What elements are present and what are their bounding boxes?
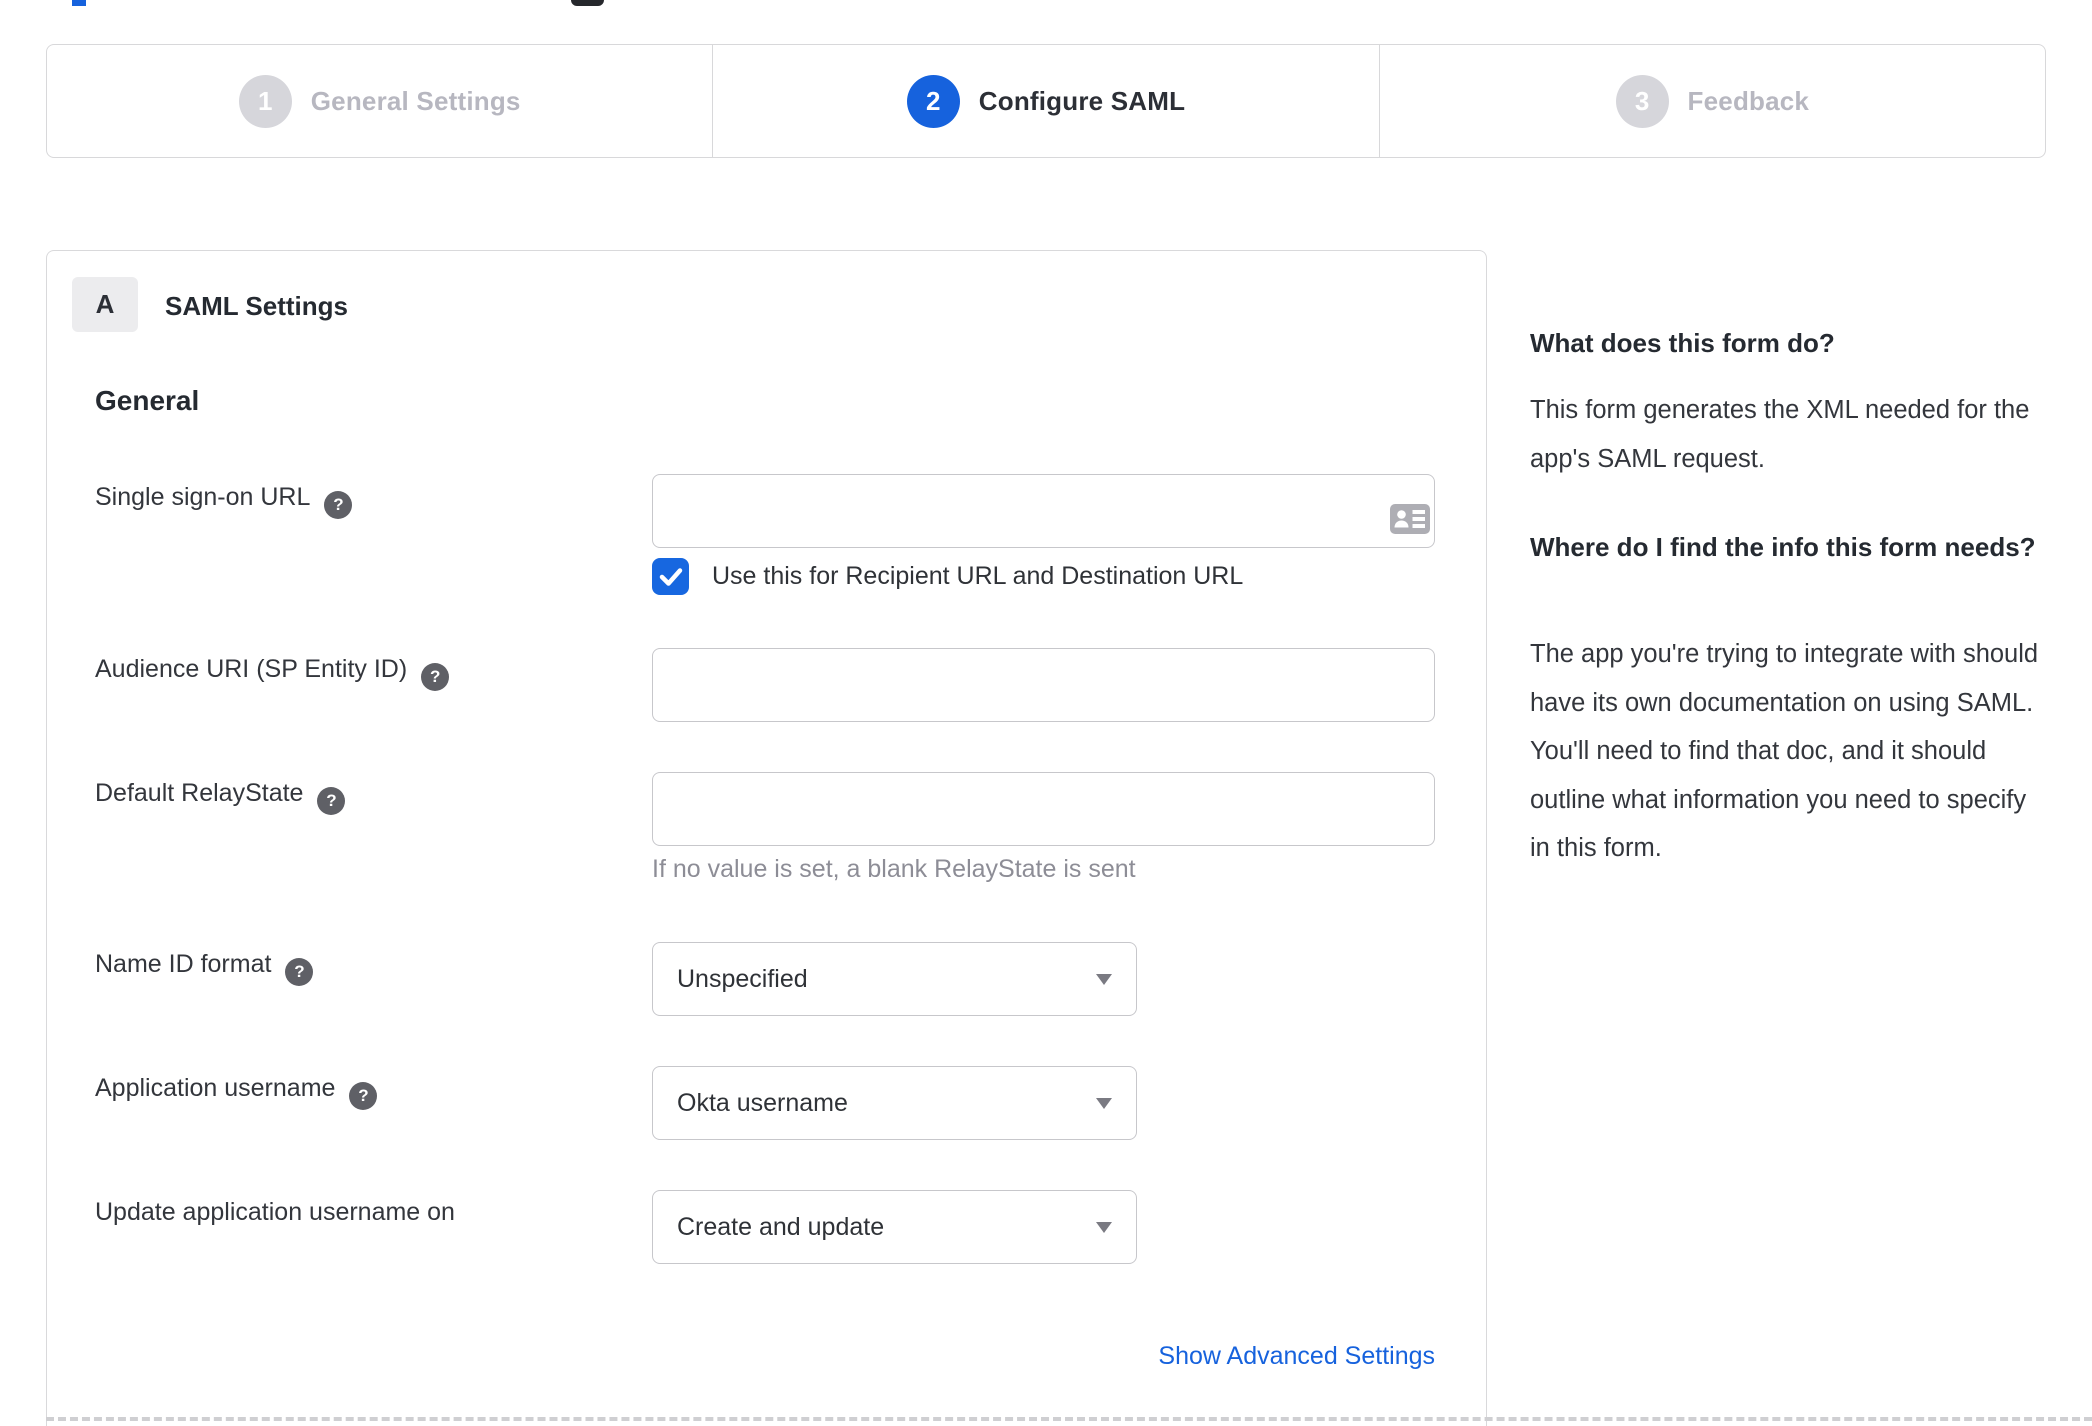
label-name-id-format: Name ID format?	[95, 950, 314, 986]
contact-card-icon	[1390, 504, 1430, 534]
audience-uri-input[interactable]	[652, 648, 1435, 722]
step-feedback[interactable]: 3 Feedback	[1378, 45, 2045, 157]
section-dashed-divider	[46, 1417, 2092, 1421]
help-icon[interactable]: ?	[285, 958, 314, 986]
help-icon[interactable]: ?	[349, 1082, 378, 1110]
step-3-label: Feedback	[1687, 85, 1810, 116]
chevron-down-icon	[1096, 973, 1112, 985]
single-sign-on-url-input[interactable]	[652, 474, 1435, 548]
help-icon[interactable]: ?	[317, 787, 346, 815]
relaystate-hint: If no value is set, a blank RelayState i…	[652, 855, 1136, 883]
label-audience-uri: Audience URI (SP Entity ID)?	[95, 655, 450, 691]
label-update-application-username: Update application username on	[95, 1198, 455, 1226]
group-title-general: General	[95, 385, 200, 416]
label-default-relaystate: Default RelayState?	[95, 779, 346, 815]
chevron-down-icon	[1096, 1221, 1112, 1233]
section-title: SAML Settings	[165, 291, 348, 321]
step-2-label: Configure SAML	[978, 85, 1186, 116]
help-paragraph-2: The app you're trying to integrate with …	[1530, 640, 2039, 862]
show-advanced-settings-link[interactable]: Show Advanced Settings	[1115, 1342, 1435, 1371]
default-relaystate-input[interactable]	[652, 772, 1435, 846]
help-icon[interactable]: ?	[421, 663, 450, 691]
step-3-circle: 3	[1615, 74, 1669, 128]
update-application-username-value: Create and update	[677, 1212, 885, 1241]
cutoff-dark-fragment	[571, 0, 604, 6]
section-a-badge: A	[72, 277, 138, 332]
recipient-url-checkbox[interactable]	[652, 558, 689, 595]
step-1-circle: 1	[238, 74, 292, 128]
step-configure-saml[interactable]: 2 Configure SAML	[712, 45, 1378, 157]
checkmark-icon	[659, 567, 682, 586]
name-id-format-value: Unspecified	[677, 964, 808, 993]
step-2-circle: 2	[906, 74, 960, 128]
cutoff-blue-fragment	[72, 0, 86, 6]
step-1-label: General Settings	[310, 85, 521, 116]
help-heading-2: Where do I find the info this form needs…	[1530, 532, 2036, 562]
application-username-select[interactable]: Okta username	[652, 1066, 1137, 1140]
update-application-username-select[interactable]: Create and update	[652, 1190, 1137, 1264]
help-icon[interactable]: ?	[324, 491, 353, 519]
wizard-stepper: 1 General Settings 2 Configure SAML 3 Fe…	[46, 44, 2046, 158]
step-general-settings[interactable]: 1 General Settings	[47, 45, 712, 157]
help-paragraph-1: This form generates the XML needed for t…	[1530, 396, 2030, 473]
recipient-url-checkbox-label[interactable]: Use this for Recipient URL and Destinati…	[712, 562, 1243, 591]
label-single-sign-on-url: Single sign-on URL?	[95, 483, 353, 519]
label-application-username: Application username?	[95, 1074, 378, 1110]
application-username-value: Okta username	[677, 1088, 848, 1117]
chevron-down-icon	[1096, 1097, 1112, 1109]
name-id-format-select[interactable]: Unspecified	[652, 942, 1137, 1016]
help-heading-1: What does this form do?	[1530, 328, 1835, 358]
